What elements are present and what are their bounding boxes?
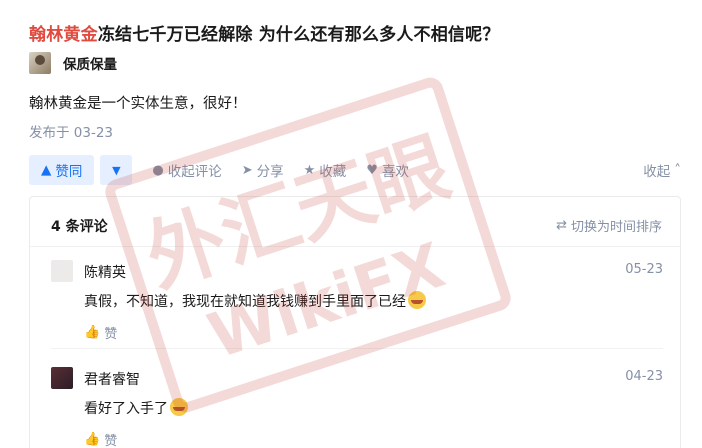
answer-text: 翰林黄金是一个实体生意，很好！ — [29, 96, 247, 112]
answer-action-bar: ▲ 赞同 ▼ ● 收起评论 ➤ 分享 ★ 收藏 ♥ 喜欢 收起 ˄ — [29, 154, 681, 186]
comment-divider — [51, 348, 663, 349]
comment-text: 真假，不知道，我现在就知道我钱赚到手里面了已经 — [84, 291, 426, 311]
crying-laughing-emoji-icon — [408, 291, 426, 309]
triangle-up-icon: ▲ — [41, 162, 52, 178]
comment-like-label: 赞 — [104, 327, 118, 342]
share-button[interactable]: ➤ 分享 — [241, 160, 284, 181]
question-title-text[interactable]: 冻结七千万已经解除 为什么还有那么多人不相信呢？ — [98, 25, 500, 45]
sort-toggle-button[interactable]: ⇄ 切换为时间排序 — [556, 216, 662, 235]
comment-avatar[interactable] — [51, 367, 73, 389]
comment-item: 陈精英 05-23 真假，不知道，我现在就知道我钱赚到手里面了已经 👍 赞 — [51, 260, 663, 350]
comment-like-label: 赞 — [104, 434, 118, 448]
comment-bubble-icon: ● — [152, 162, 164, 178]
comment-author[interactable]: 君者睿智 — [84, 369, 140, 389]
sort-toggle-label: 切换为时间排序 — [570, 220, 662, 235]
comment-author[interactable]: 陈精英 — [84, 262, 126, 282]
comments-panel: 4 条评论 ⇄ 切换为时间排序 陈精英 05-23 真假，不知道，我现在就知道我… — [29, 196, 681, 448]
author-name[interactable]: 保质保量 — [63, 53, 117, 73]
like-button[interactable]: ♥ 喜欢 — [366, 160, 409, 181]
comments-count: 4 条评论 — [51, 219, 108, 235]
comment-text-content: 看好了入手了 — [84, 401, 168, 417]
chevron-up-icon: ˄ — [674, 162, 681, 178]
comment-toggle-button[interactable]: ● 收起评论 — [152, 160, 222, 181]
triangle-down-icon: ▼ — [112, 163, 121, 177]
share-label: 分享 — [256, 164, 284, 180]
author-avatar[interactable] — [29, 52, 51, 74]
comment-text-content: 真假，不知道，我现在就知道我钱赚到手里面了已经 — [84, 294, 406, 310]
comment-date: 05-23 — [625, 262, 663, 277]
paper-plane-icon: ➤ — [241, 162, 253, 178]
question-title[interactable]: 翰林黄金冻结七千万已经解除 为什么还有那么多人不相信呢？ — [29, 20, 500, 45]
collapse-label: 收起 — [643, 164, 671, 180]
thumbs-up-icon: 👍 — [84, 325, 101, 340]
heart-icon: ♥ — [366, 162, 378, 178]
collect-label: 收藏 — [319, 164, 347, 180]
comment-like-button[interactable]: 👍 赞 — [84, 323, 117, 342]
answer-author-row: 保质保量 — [29, 51, 117, 75]
comment-like-button[interactable]: 👍 赞 — [84, 430, 117, 448]
thumbs-up-icon: 👍 — [84, 432, 101, 447]
star-icon: ★ — [303, 162, 316, 178]
vote-up-label: 赞同 — [55, 164, 83, 180]
collect-button[interactable]: ★ 收藏 — [303, 160, 347, 181]
comment-toggle-label: 收起评论 — [167, 164, 222, 180]
vote-up-button[interactable]: ▲ 赞同 — [29, 155, 95, 185]
like-label: 喜欢 — [381, 164, 409, 180]
comment-text: 看好了入手了 — [84, 398, 188, 418]
crying-laughing-emoji-icon — [170, 398, 188, 416]
publish-time[interactable]: 发布于 03-23 — [29, 121, 113, 141]
vote-down-button[interactable]: ▼ — [100, 155, 133, 185]
comments-header: 4 条评论 ⇄ 切换为时间排序 — [30, 197, 680, 247]
comment-date: 04-23 — [625, 369, 663, 384]
comment-avatar[interactable] — [51, 260, 73, 282]
question-title-highlight[interactable]: 翰林黄金 — [29, 25, 98, 45]
comment-item: 君者睿智 04-23 看好了入手了 👍 赞 — [51, 367, 663, 448]
collapse-button[interactable]: 收起 ˄ — [643, 160, 681, 180]
swap-icon: ⇄ — [556, 218, 567, 233]
